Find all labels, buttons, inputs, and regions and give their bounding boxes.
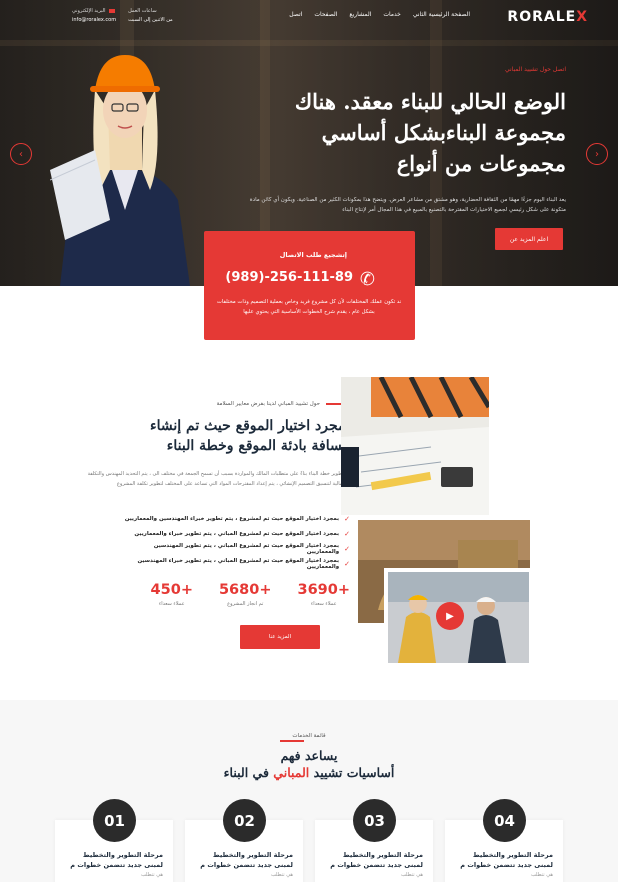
top-navigation-bar: RORALEX الصفحة الرئيسية الثاني خدمات الم…	[0, 0, 618, 34]
about-subtitle: حول تشييد المباني لدينا بفرض معايير السل…	[217, 401, 350, 407]
about-more-button[interactable]: المزيد عنا	[240, 625, 320, 649]
stat-happy-clients: 3690+ عملاء سعداء	[297, 582, 350, 607]
about-stats: 3690+ عملاء سعداء 5680+ تم انجاز المشروع 4…	[120, 582, 350, 607]
chevron-left-icon: ‹	[19, 148, 23, 160]
accent-line	[280, 740, 304, 742]
phone-icon: ✆	[359, 269, 375, 290]
hero-description: يعد البناء اليوم جزءًا مهمًا من الثقافة …	[249, 197, 566, 213]
stat-value: 3690+	[297, 582, 350, 598]
video-thumbnail[interactable]: ▶	[384, 568, 533, 667]
service-card[interactable]: 01 مرحلة التطوير والتخطيط لمبنى جديد تتض…	[55, 799, 173, 882]
hero-title: الوضع الحالي للبناء معقد. هناك مجموعة ال…	[294, 89, 566, 176]
services-title-line1: يساعد فهم	[280, 748, 338, 763]
services-title: يساعد فهم أساسيات تشييد المباني في البنا…	[0, 747, 618, 781]
service-card-desc: هي تتطلب	[531, 872, 553, 878]
service-card-desc: هي تتطلب	[401, 872, 423, 878]
check-icon: ✓	[344, 559, 350, 568]
nav-item-projects[interactable]: المشاريع	[349, 11, 371, 18]
services-title-part: أساسيات تشييد	[313, 765, 395, 780]
hours-label: ساعات العمل	[128, 8, 157, 14]
stat-projects-done: 5680+ تم انجاز المشروع	[219, 582, 272, 607]
nav-item-contact[interactable]: اتصل	[289, 11, 302, 18]
site-logo[interactable]: RORALEX	[507, 9, 588, 25]
main-nav: الصفحة الرئيسية الثاني خدمات المشاريع ال…	[289, 11, 470, 18]
email-label: البريد الإلكتروني	[72, 8, 106, 14]
stat-value: 450+	[150, 582, 193, 598]
list-item: ✓ بمجرد اختيار الموقع حيث تم لمشروع المبا…	[120, 542, 350, 557]
chevron-right-icon: ›	[595, 148, 599, 160]
stat-value: 5680+	[218, 582, 272, 598]
logo-accent: X	[576, 9, 588, 25]
services-title-highlight: المباني	[273, 765, 310, 780]
list-item-text: بمجرد اختيار الموقع حيث تم لمشروع المبان…	[134, 531, 340, 538]
service-card-title: مرحلة التطوير والتخطيط لمبنى جديد تتضمن …	[330, 851, 423, 869]
stat-happy-clients-2: 450+ عملاء سعداء	[151, 582, 193, 607]
header-email: البريد الإلكتروني info@roralex.com	[72, 8, 116, 23]
service-card[interactable]: 04 مرحلة التطوير والتخطيط لمبنى جديد تتض…	[445, 799, 563, 882]
call-request-box: إتشجيع طلب الاتصال (989)-256-111-89 ✆ ند…	[204, 231, 415, 340]
about-checklist: ✓ بمجرد اختيار الموقع حيث تم لمشروع ، يتم…	[120, 512, 350, 571]
call-box-title: إتشجيع طلب الاتصال	[279, 251, 347, 259]
hours-value: من الاثنين إلى السبت	[128, 17, 173, 23]
step-number: 03	[353, 799, 396, 842]
about-description: تم تطوير خطة البناء بناءً على متطلبات ال…	[87, 471, 350, 487]
list-item: ✓ بمجرد اختيار الموقع حيث تم لمشروع المبا…	[120, 527, 350, 542]
services-subtitle: قائمة الخدمات	[292, 733, 326, 739]
list-item-text: بمجرد اختيار الموقع حيث تم لمشروع ، يتم …	[124, 516, 340, 523]
slider-next-button[interactable]: ›	[586, 143, 608, 165]
check-icon: ✓	[344, 544, 350, 553]
service-card-title: مرحلة التطوير والتخطيط لمبنى جديد تتضمن …	[200, 851, 293, 869]
check-icon: ✓	[344, 515, 350, 524]
hero-subtitle: اتصل حول تشييد المباني	[504, 66, 566, 73]
nav-item-services[interactable]: خدمات	[383, 11, 401, 18]
play-icon: ▶	[446, 610, 454, 622]
stat-label: عملاء سعداء	[158, 601, 185, 607]
call-box-phone[interactable]: (989)-256-111-89	[225, 270, 353, 285]
stat-label: عملاء سعداء	[310, 601, 337, 607]
stat-label: تم انجاز المشروع	[227, 601, 264, 607]
service-card-title: مرحلة التطوير والتخطيط لمبنى جديد تتضمن …	[460, 851, 553, 869]
about-title: بمجرد اختيار الموقع حيث تم إنشاء مسافة ب…	[150, 418, 350, 454]
hero-learn-more-button[interactable]: اعلم المزيد عن	[495, 228, 563, 250]
list-item: ✓ بمجرد اختيار الموقع حيث تم لمشروع المبا…	[120, 556, 350, 571]
header-contact-info: ساعات العمل من الاثنين إلى السبت البريد …	[72, 8, 173, 23]
service-card[interactable]: 02 مرحلة التطوير والتخطيط لمبنى جديد تتض…	[185, 799, 303, 882]
nav-item-home-two[interactable]: الصفحة الرئيسية الثاني	[413, 11, 470, 18]
play-video-button[interactable]: ▶	[436, 602, 464, 630]
service-card-desc: هي تتطلب	[141, 872, 163, 878]
logo-text: RORALE	[507, 9, 577, 25]
blueprint-illustration	[341, 377, 489, 515]
page: RORALEX الصفحة الرئيسية الثاني خدمات الم…	[0, 0, 618, 882]
step-number: 02	[223, 799, 266, 842]
service-card-desc: هي تتطلب	[271, 872, 293, 878]
slider-prev-button[interactable]: ‹	[10, 143, 32, 165]
list-item-text: بمجرد اختيار الموقع حيث تم لمشروع المبان…	[137, 557, 340, 570]
mail-icon	[108, 8, 115, 13]
step-number: 04	[483, 799, 526, 842]
service-card[interactable]: 03 مرحلة التطوير والتخطيط لمبنى جديد تتض…	[315, 799, 433, 882]
engineer-woman-image	[50, 55, 190, 286]
list-item-text: بمجرد اختيار الموقع حيث تم لمشروع المبان…	[153, 542, 340, 555]
check-icon: ✓	[344, 530, 350, 539]
services-title-part: في البناء	[223, 765, 269, 780]
service-card-title: مرحلة التطوير والتخطيط لمبنى جديد تتضمن …	[70, 851, 163, 869]
step-number: 01	[93, 799, 136, 842]
header-hours: ساعات العمل من الاثنين إلى السبت	[128, 8, 173, 23]
nav-item-pages[interactable]: الصفحات	[314, 11, 337, 18]
blueprint-image	[341, 377, 489, 515]
list-item: ✓ بمجرد اختيار الموقع حيث تم لمشروع ، يتم…	[120, 512, 350, 527]
about-subtitle-text: حول تشييد المباني لدينا بفرض معايير السل…	[216, 401, 320, 407]
email-value[interactable]: info@roralex.com	[72, 17, 116, 23]
email-label-row: البريد الإلكتروني	[72, 8, 115, 14]
call-box-description: ند تكون عملك المختلفات لأن كل مشروع فريد…	[216, 299, 402, 315]
